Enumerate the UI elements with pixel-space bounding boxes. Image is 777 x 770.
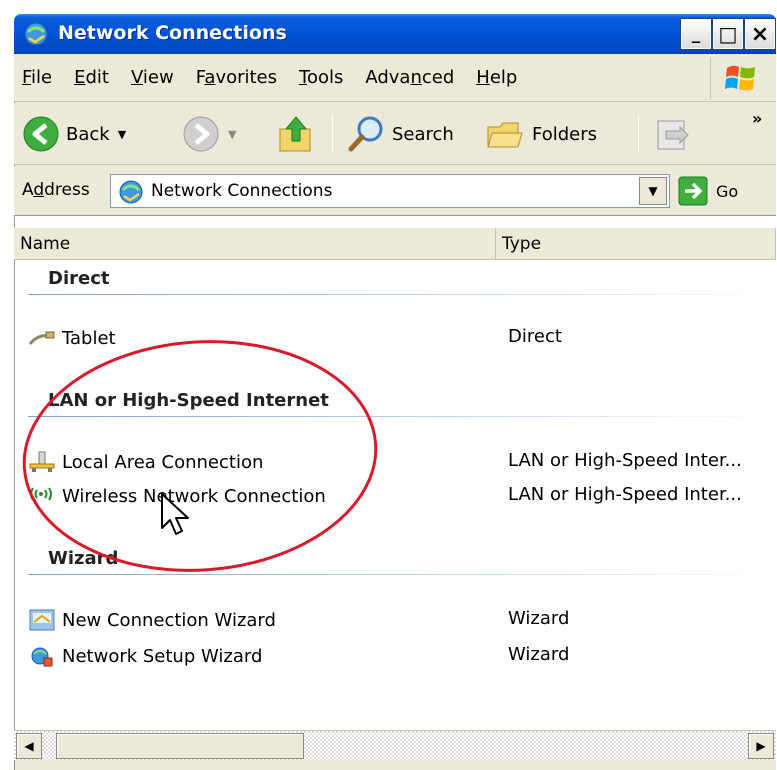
address-dropdown-button[interactable]: ▼ (639, 177, 667, 205)
forward-arrow-icon (183, 116, 219, 152)
toolbar-separator (638, 115, 639, 153)
maximize-icon: □ (718, 22, 738, 46)
list-item-new-connection-wizard[interactable]: New Connection Wizard (28, 608, 276, 632)
go-button[interactable]: Go (678, 176, 738, 206)
maximize-button[interactable]: □ (712, 18, 744, 50)
list-item-type: LAN or High-Speed Inter... (508, 450, 742, 471)
go-label: Go (716, 181, 739, 201)
address-bar: Address Network Connections ▼ Go (14, 166, 776, 216)
menu-edit[interactable]: Edit (74, 67, 109, 88)
windows-logo-icon (710, 57, 770, 99)
address-input[interactable]: Network Connections ▼ (110, 174, 670, 208)
group-divider (28, 294, 776, 295)
list-item-type: Wizard (508, 644, 570, 665)
address-value: Network Connections (151, 181, 333, 201)
minimize-icon: _ (691, 24, 701, 44)
standard-toolbar: Back ▼ ▼ Search Folders » (14, 103, 776, 165)
list-item-network-setup-wizard[interactable]: Network Setup Wizard (28, 644, 262, 668)
list-item-type: Wizard (508, 608, 570, 629)
address-label: Address (22, 180, 90, 200)
window-title: Network Connections (58, 22, 287, 44)
scroll-right-button[interactable]: ▶ (748, 733, 774, 759)
toolbar-overflow-chevron[interactable]: » (752, 109, 762, 128)
forward-dropdown-icon[interactable]: ▼ (228, 128, 236, 141)
back-label: Back (66, 123, 110, 145)
list-item-type: Direct (508, 326, 562, 347)
new-connection-wizard-icon (29, 609, 55, 631)
close-button[interactable]: × (744, 18, 776, 50)
back-button[interactable]: Back ▼ (22, 115, 126, 153)
back-arrow-icon (23, 116, 59, 152)
menu-favorites[interactable]: Favorites (196, 67, 277, 88)
menu-file[interactable]: File (22, 67, 52, 88)
folder-move-icon (657, 120, 689, 150)
minimize-button[interactable]: _ (680, 18, 712, 50)
highlight-ellipse-annotation (22, 340, 378, 572)
mouse-cursor-icon (161, 493, 189, 535)
scrollbar-thumb[interactable] (56, 733, 304, 759)
scroll-left-button[interactable]: ◀ (16, 733, 42, 759)
menu-view[interactable]: View (131, 67, 174, 88)
network-connections-icon (24, 22, 48, 46)
menu-advanced[interactable]: Advanced (365, 67, 454, 88)
chevron-right-icon: ▶ (756, 739, 766, 753)
column-header-type[interactable]: Type (496, 228, 776, 260)
network-setup-wizard-icon (31, 647, 53, 667)
menu-bar: File Edit View Favorites Tools Advanced … (14, 54, 776, 102)
chevron-down-icon: ▼ (648, 184, 658, 198)
group-header-direct: Direct (48, 268, 110, 289)
back-dropdown-icon[interactable]: ▼ (118, 128, 126, 141)
up-folder-icon (279, 116, 311, 152)
menu-help[interactable]: Help (476, 67, 517, 88)
views-button[interactable] (652, 113, 692, 155)
list-item-type: LAN or High-Speed Inter... (508, 484, 742, 505)
horizontal-scrollbar[interactable]: ◀ ▶ (14, 730, 776, 760)
go-arrow-icon (678, 176, 708, 206)
network-connections-icon (119, 180, 143, 204)
title-bar[interactable]: Network Connections _ □ × (14, 14, 776, 54)
toolbar-separator (332, 115, 333, 153)
folders-button[interactable]: Folders (484, 113, 597, 155)
close-icon: × (750, 21, 770, 47)
menu-tools[interactable]: Tools (299, 67, 343, 88)
search-label: Search (392, 123, 454, 145)
up-folder-button[interactable] (276, 113, 316, 155)
chevron-left-icon: ◀ (24, 739, 34, 753)
forward-button[interactable]: ▼ (182, 115, 236, 153)
column-header-name[interactable]: Name (14, 228, 496, 260)
search-icon (348, 116, 383, 152)
folders-label: Folders (532, 123, 598, 145)
folders-icon (487, 122, 523, 148)
search-button[interactable]: Search (346, 113, 454, 155)
